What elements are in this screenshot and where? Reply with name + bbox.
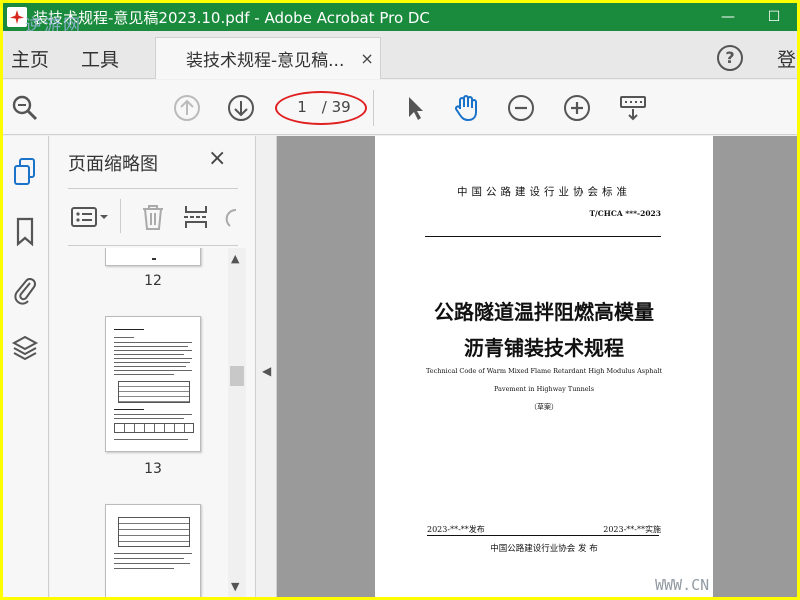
- thumbnail-page-12[interactable]: [105, 248, 201, 266]
- thumbnail-scrollbar[interactable]: ▲ ▼: [228, 248, 246, 597]
- site-watermark: WWW.CN: [655, 576, 710, 594]
- maximize-button[interactable]: ☐: [751, 3, 797, 31]
- main-toolbar: 1 / 39: [3, 80, 797, 135]
- close-panel-button[interactable]: ×: [208, 146, 226, 171]
- tab-bar: 主页 工具 装技术规程-意见稿... × ? 登: [3, 31, 797, 79]
- thumbnail-page-14[interactable]: [105, 504, 201, 597]
- draft-label: （草案）: [530, 403, 558, 411]
- tab-tools[interactable]: 工具: [81, 45, 119, 72]
- tab-document[interactable]: 装技术规程-意见稿... ×: [155, 37, 381, 79]
- minimize-button[interactable]: —: [705, 3, 751, 31]
- collapse-panel-handle[interactable]: ◀: [255, 136, 277, 597]
- pdf-page: 中国公路建设行业协会标准 T/CHCA ***-2023 公路隧道温拌阻燃高模量…: [375, 136, 713, 597]
- navigation-rail: [3, 136, 49, 597]
- panel-title: 页面缩略图: [68, 154, 158, 175]
- title-bar: 装技术规程-意见稿2023.10.pdf - Adobe Acrobat Pro…: [3, 3, 797, 36]
- implement-date: 2023-**-**实施: [603, 525, 661, 534]
- thumbnail-toolbar: [68, 188, 238, 246]
- select-cursor-icon[interactable]: [399, 92, 431, 124]
- red-annotation-circle: [275, 91, 367, 125]
- delete-page-icon[interactable]: [140, 201, 166, 233]
- english-title-line1: Technical Code of Warm Mixed Flame Retar…: [425, 367, 663, 375]
- scroll-thumb[interactable]: [230, 366, 244, 386]
- issuer: 中国公路建设行业协会 发 布: [490, 544, 598, 554]
- scroll-up-arrow[interactable]: ▲: [231, 252, 239, 265]
- thumbnail-label: 12: [144, 273, 162, 289]
- window-title: 装技术规程-意见稿2023.10.pdf - Adobe Acrobat Pro…: [33, 8, 430, 27]
- document-tab-label: 装技术规程-意见稿...: [186, 51, 345, 71]
- scroll-down-arrow[interactable]: ▼: [231, 580, 239, 593]
- attachment-icon[interactable]: [9, 274, 41, 306]
- tab-home[interactable]: 主页: [11, 45, 49, 72]
- rotate-page-icon[interactable]: [222, 201, 238, 233]
- thumbnail-toolbar-divider: [120, 199, 121, 233]
- page-thumbnails-icon[interactable]: [9, 156, 41, 188]
- thumbnail-label: 13: [144, 461, 162, 477]
- document-title-line2: 沥青铺装技术规程: [464, 336, 624, 360]
- bookmark-icon[interactable]: [9, 216, 41, 248]
- document-view[interactable]: 中国公路建设行业协会标准 T/CHCA ***-2023 公路隧道温拌阻燃高模量…: [277, 136, 797, 597]
- standard-org: 中国公路建设行业协会标准: [457, 186, 631, 198]
- document-title-line1: 公路隧道温拌阻燃高模量: [434, 300, 654, 324]
- acrobat-window: 装技术规程-意见稿2023.10.pdf - Adobe Acrobat Pro…: [3, 3, 797, 597]
- options-menu-icon[interactable]: [70, 201, 110, 233]
- footer-rule: [427, 535, 659, 536]
- header-rule: [425, 236, 661, 237]
- help-icon[interactable]: ?: [717, 45, 743, 71]
- previous-page-icon[interactable]: [171, 92, 203, 124]
- thumbnail-page-13[interactable]: [105, 316, 201, 452]
- zoom-search-icon[interactable]: [9, 92, 41, 124]
- sign-in-link[interactable]: 登: [777, 45, 796, 72]
- publish-date: 2023-**-**发布: [427, 525, 485, 534]
- zoom-in-icon[interactable]: [561, 92, 593, 124]
- thumbnails-panel: 页面缩略图 × 12 13 ▲ ▼: [50, 136, 255, 597]
- insert-page-icon[interactable]: [182, 201, 210, 233]
- standard-code: T/CHCA ***-2023: [589, 209, 661, 218]
- next-page-icon[interactable]: [225, 92, 257, 124]
- close-tab-button[interactable]: ×: [360, 49, 373, 68]
- toolbar-divider: [373, 90, 374, 126]
- collapse-arrow-icon: ◀: [262, 364, 272, 378]
- english-title-line2: Pavement in Highway Tunnels: [493, 385, 595, 393]
- hand-tool-icon[interactable]: [451, 92, 483, 124]
- keyboard-icon[interactable]: [617, 92, 649, 124]
- thumbnail-list: 12 13: [68, 248, 238, 597]
- zoom-out-icon[interactable]: [505, 92, 537, 124]
- layers-icon[interactable]: [9, 332, 41, 364]
- acrobat-icon: [7, 7, 27, 27]
